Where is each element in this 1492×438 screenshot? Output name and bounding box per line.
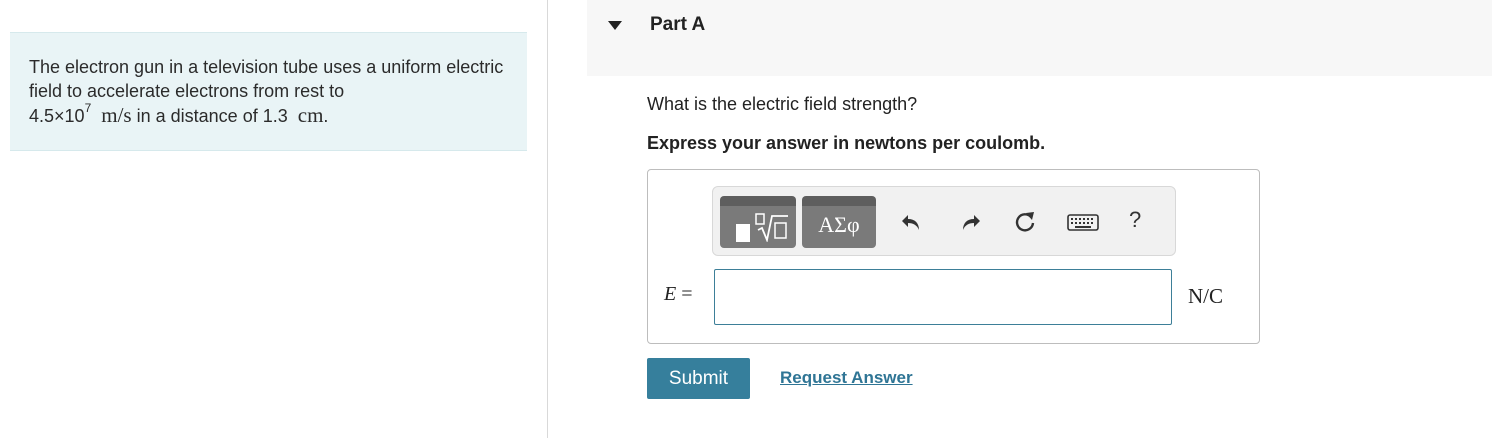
equals-sign: = bbox=[681, 283, 693, 305]
answer-variable-label: E = bbox=[664, 283, 693, 306]
undo-icon[interactable] bbox=[899, 209, 925, 235]
part-title: Part A bbox=[650, 14, 706, 35]
problem-text-1: The electron gun in a television tube us… bbox=[29, 57, 504, 101]
column-divider bbox=[547, 0, 548, 438]
greek-symbols-label: ΑΣφ bbox=[818, 212, 860, 237]
speed-mantissa: 4.5×10 bbox=[29, 106, 85, 126]
submit-button[interactable]: Submit bbox=[647, 358, 750, 399]
part-header[interactable]: Part A bbox=[587, 0, 1492, 76]
distance-unit: cm bbox=[297, 103, 324, 127]
problem-statement: The electron gun in a television tube us… bbox=[10, 32, 527, 151]
speed-unit: m/s bbox=[101, 103, 132, 127]
problem-period: . bbox=[323, 106, 329, 126]
distance-value: 1.3 bbox=[262, 106, 288, 126]
greek-symbols-button[interactable]: ΑΣφ bbox=[802, 196, 876, 248]
collapse-triangle-icon[interactable] bbox=[608, 21, 622, 30]
answer-variable: E bbox=[664, 283, 677, 305]
help-button[interactable]: ? bbox=[1129, 207, 1141, 233]
keyboard-icon[interactable] bbox=[1067, 209, 1099, 235]
problem-text-2: in a distance of bbox=[136, 106, 258, 126]
instruction-text: Express your answer in newtons per coulo… bbox=[647, 133, 1046, 153]
answer-input[interactable] bbox=[714, 269, 1172, 325]
placeholder-box-icon bbox=[736, 224, 750, 242]
question-text: What is the electric field strength? bbox=[647, 94, 918, 114]
math-toolbar: ΑΣφ ? bbox=[712, 186, 1176, 256]
redo-icon[interactable] bbox=[957, 209, 983, 235]
templates-button[interactable] bbox=[720, 196, 796, 248]
square-root-template-icon bbox=[755, 213, 788, 242]
speed-exponent: 7 bbox=[84, 101, 92, 115]
reset-icon[interactable] bbox=[1012, 209, 1038, 235]
unit-label: N/C bbox=[1188, 284, 1224, 308]
request-answer-link[interactable]: Request Answer bbox=[780, 368, 913, 388]
answer-box: ΑΣφ ? E = N/C bbox=[647, 169, 1260, 344]
